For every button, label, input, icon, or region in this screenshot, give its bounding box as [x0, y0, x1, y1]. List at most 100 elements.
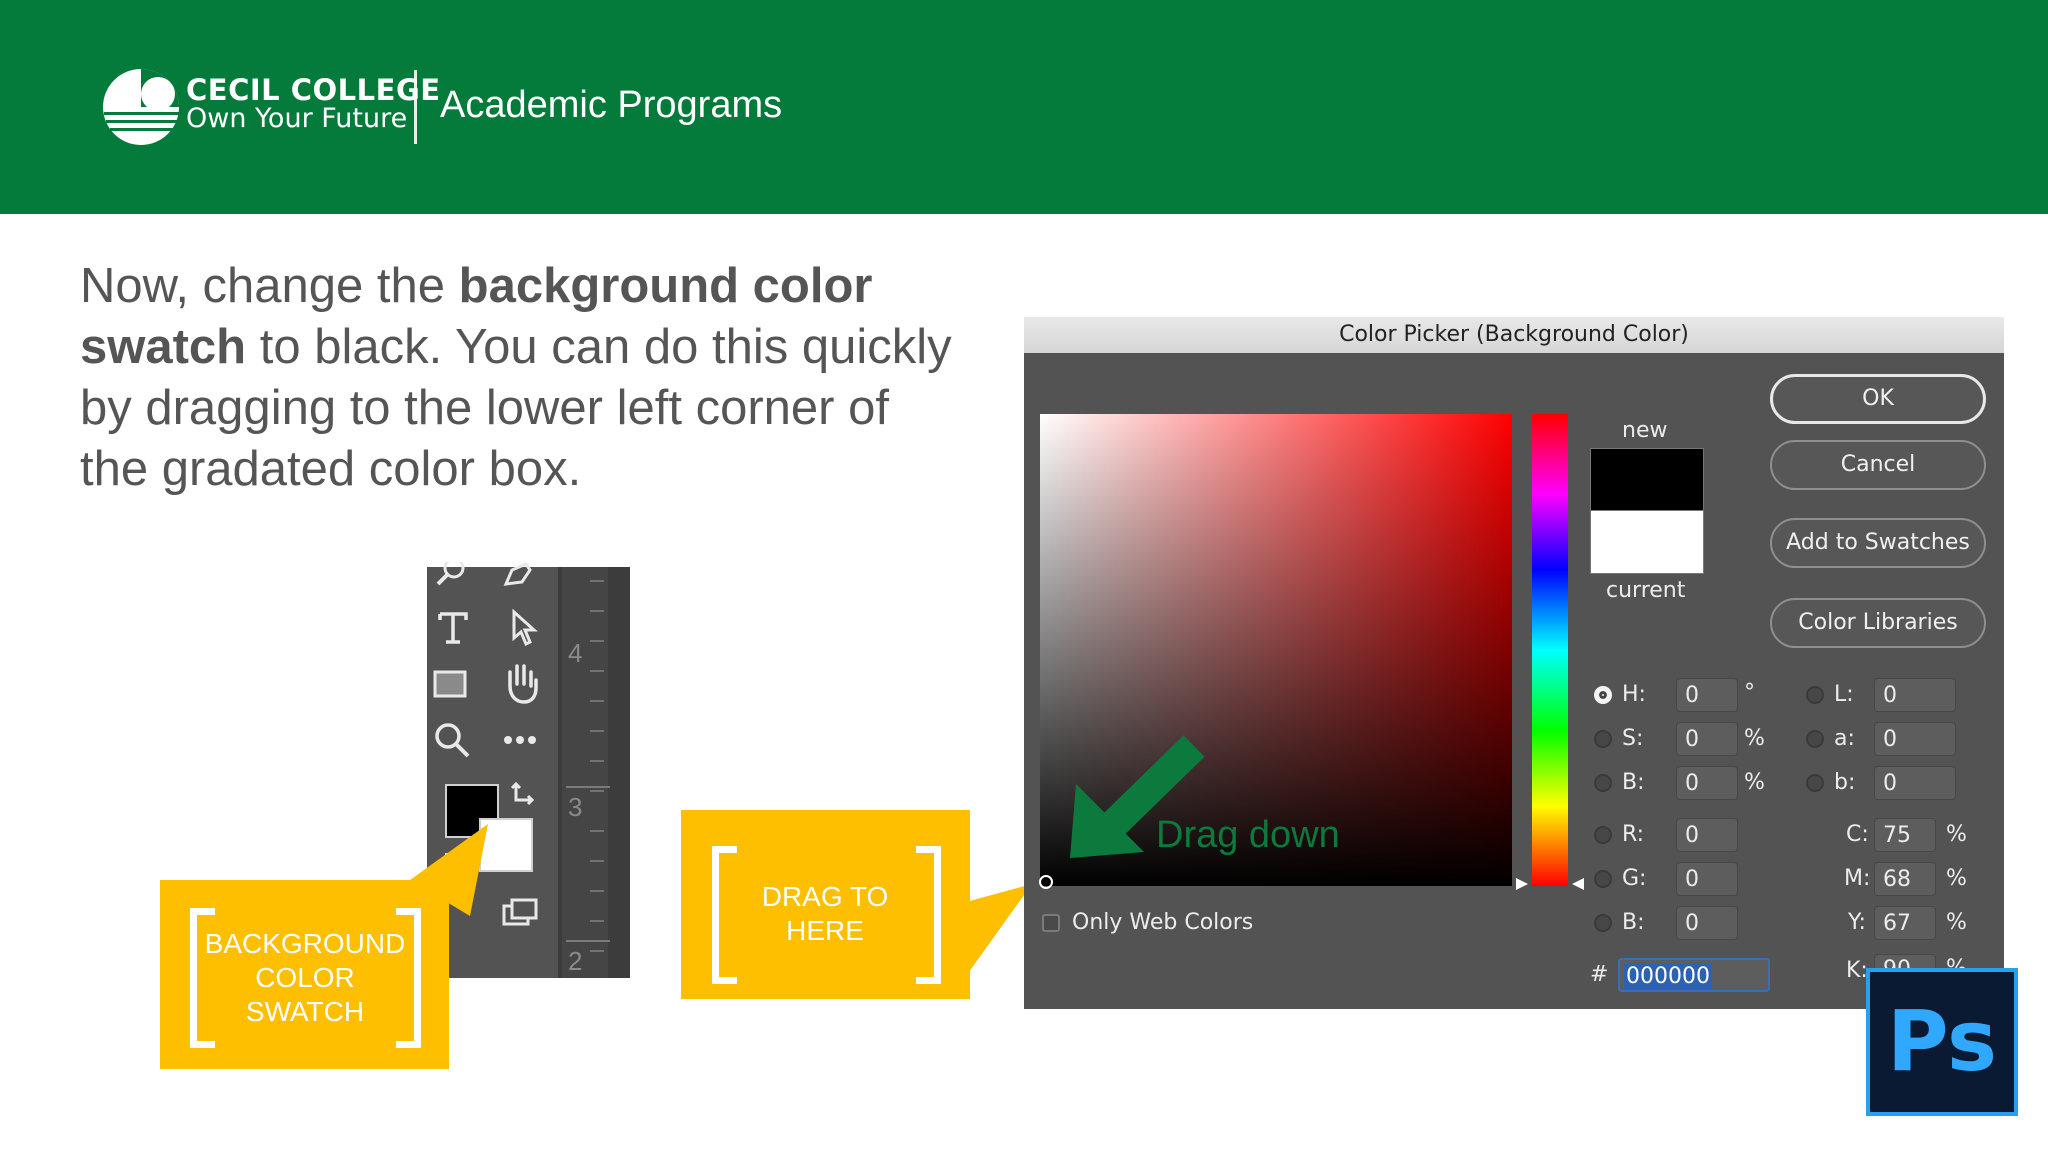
ruler-tick	[590, 730, 604, 732]
green-label: G:	[1622, 866, 1647, 891]
ruler-major-tick	[566, 786, 610, 788]
header-divider	[414, 70, 417, 144]
saturation-unit: %	[1744, 726, 1765, 751]
hue-slider-handle-icon[interactable]	[1514, 876, 1586, 892]
hand-icon[interactable]	[502, 662, 542, 706]
ruler-tick	[590, 610, 604, 612]
red-field[interactable]: 0	[1676, 818, 1738, 852]
saturation-label: S:	[1622, 726, 1644, 751]
ruler-tick	[590, 700, 604, 702]
ruler-tick	[590, 580, 604, 582]
rectangle-icon[interactable]	[432, 668, 472, 702]
cyan-label: C:	[1846, 822, 1869, 847]
callout-line: SWATCH	[245, 996, 365, 1027]
ruler-tick	[590, 670, 604, 672]
red-label: R:	[1622, 822, 1645, 847]
ruler-tick	[590, 760, 604, 762]
a-field[interactable]: 0	[1874, 722, 1956, 756]
section-title: Academic Programs	[440, 84, 783, 126]
college-name: CECIL COLLEGE	[186, 73, 441, 107]
only-web-colors-checkbox[interactable]	[1042, 914, 1060, 932]
zoom-icon[interactable]	[432, 562, 472, 590]
drag-down-label: Drag down	[1156, 814, 1340, 856]
cancel-button[interactable]: Cancel	[1770, 440, 1986, 490]
blue-field[interactable]: 0	[1676, 906, 1738, 940]
radio-b[interactable]	[1806, 774, 1824, 792]
radio-green[interactable]	[1594, 870, 1612, 888]
hue-field[interactable]: 0	[1676, 678, 1738, 712]
cyan-field[interactable]: 75	[1874, 818, 1936, 852]
hex-label: #	[1590, 962, 1609, 987]
magenta-field[interactable]: 68	[1874, 862, 1936, 896]
hue-slider[interactable]	[1532, 414, 1568, 886]
lightness-label: L:	[1834, 682, 1854, 707]
add-to-swatches-button[interactable]: Add to Swatches	[1770, 518, 1986, 568]
new-color-preview	[1590, 448, 1704, 512]
radio-lightness[interactable]	[1806, 686, 1824, 704]
swap-colors-icon[interactable]	[510, 780, 540, 810]
ruler-tick	[590, 790, 604, 792]
radio-red[interactable]	[1594, 826, 1612, 844]
saturation-field[interactable]: 0	[1676, 722, 1738, 756]
photoshop-logo-icon: Ps	[1866, 968, 2018, 1116]
ruler-tick	[590, 860, 604, 862]
hue-label: H:	[1622, 682, 1646, 707]
ruler-tick	[590, 640, 604, 642]
radio-saturation[interactable]	[1594, 730, 1612, 748]
radio-a[interactable]	[1806, 730, 1824, 748]
type-icon[interactable]	[436, 610, 472, 646]
radio-brightness[interactable]	[1594, 774, 1612, 792]
instruction-part1: Now, change the	[80, 259, 459, 313]
brightness-field[interactable]: 0	[1676, 766, 1738, 800]
only-web-colors-label: Only Web Colors	[1072, 910, 1254, 935]
swatch-callout-text: BACKGROUND COLOR SWATCH	[190, 927, 420, 1029]
hex-value: 000000	[1624, 964, 1712, 989]
callout-line: COLOR	[255, 962, 355, 993]
ruler-major-tick	[566, 940, 610, 942]
instruction-text: Now, change the background color swatch …	[80, 256, 960, 500]
a-label: a:	[1834, 726, 1855, 751]
callout-line: BACKGROUND	[204, 928, 406, 959]
current-label: current	[1606, 578, 1686, 603]
callout-line: HERE	[786, 915, 864, 946]
callout-line: DRAG TO	[761, 881, 889, 912]
color-libraries-button[interactable]: Color Libraries	[1770, 598, 1986, 648]
ruler-tick	[590, 830, 604, 832]
ruler-number: 3	[568, 792, 583, 822]
ruler-tick	[590, 950, 604, 952]
ruler-track	[562, 567, 608, 978]
b-field[interactable]: 0	[1874, 766, 1956, 800]
blue-label: B:	[1622, 910, 1645, 935]
current-color-preview[interactable]	[1590, 510, 1704, 574]
ruler-number: 4	[568, 638, 583, 668]
college-logo-icon	[103, 69, 180, 145]
brightness-label: B:	[1622, 770, 1645, 795]
green-field[interactable]: 0	[1676, 862, 1738, 896]
ruler-tick	[590, 920, 604, 922]
b-label: b:	[1834, 770, 1856, 795]
lightness-field[interactable]: 0	[1874, 678, 1956, 712]
arrow-select-icon[interactable]	[510, 608, 542, 648]
yellow-field[interactable]: 67	[1874, 906, 1936, 940]
drag-callout-text: DRAG TO HERE	[712, 880, 938, 948]
magenta-label: M:	[1844, 866, 1871, 891]
black-label: K:	[1846, 958, 1868, 983]
hex-field[interactable]: 000000	[1618, 958, 1770, 992]
cyan-unit: %	[1946, 822, 1967, 847]
screen-mode-icon[interactable]	[500, 896, 540, 930]
dialog-title: Color Picker (Background Color)	[1024, 317, 2004, 353]
magenta-unit: %	[1946, 866, 1967, 891]
magnifier-icon[interactable]	[432, 720, 472, 760]
yellow-label: Y:	[1848, 910, 1866, 935]
brightness-unit: %	[1744, 770, 1765, 795]
more-icon[interactable]	[500, 730, 544, 750]
radio-hue[interactable]	[1594, 686, 1612, 704]
ok-button[interactable]: OK	[1770, 374, 1986, 424]
pen-icon[interactable]	[500, 562, 540, 590]
hue-unit: °	[1744, 680, 1755, 705]
college-tagline: Own Your Future	[186, 103, 408, 134]
yellow-unit: %	[1946, 910, 1967, 935]
color-field-marker-icon[interactable]	[1036, 872, 1056, 892]
radio-blue[interactable]	[1594, 914, 1612, 932]
ruler-number: 2	[568, 946, 583, 976]
